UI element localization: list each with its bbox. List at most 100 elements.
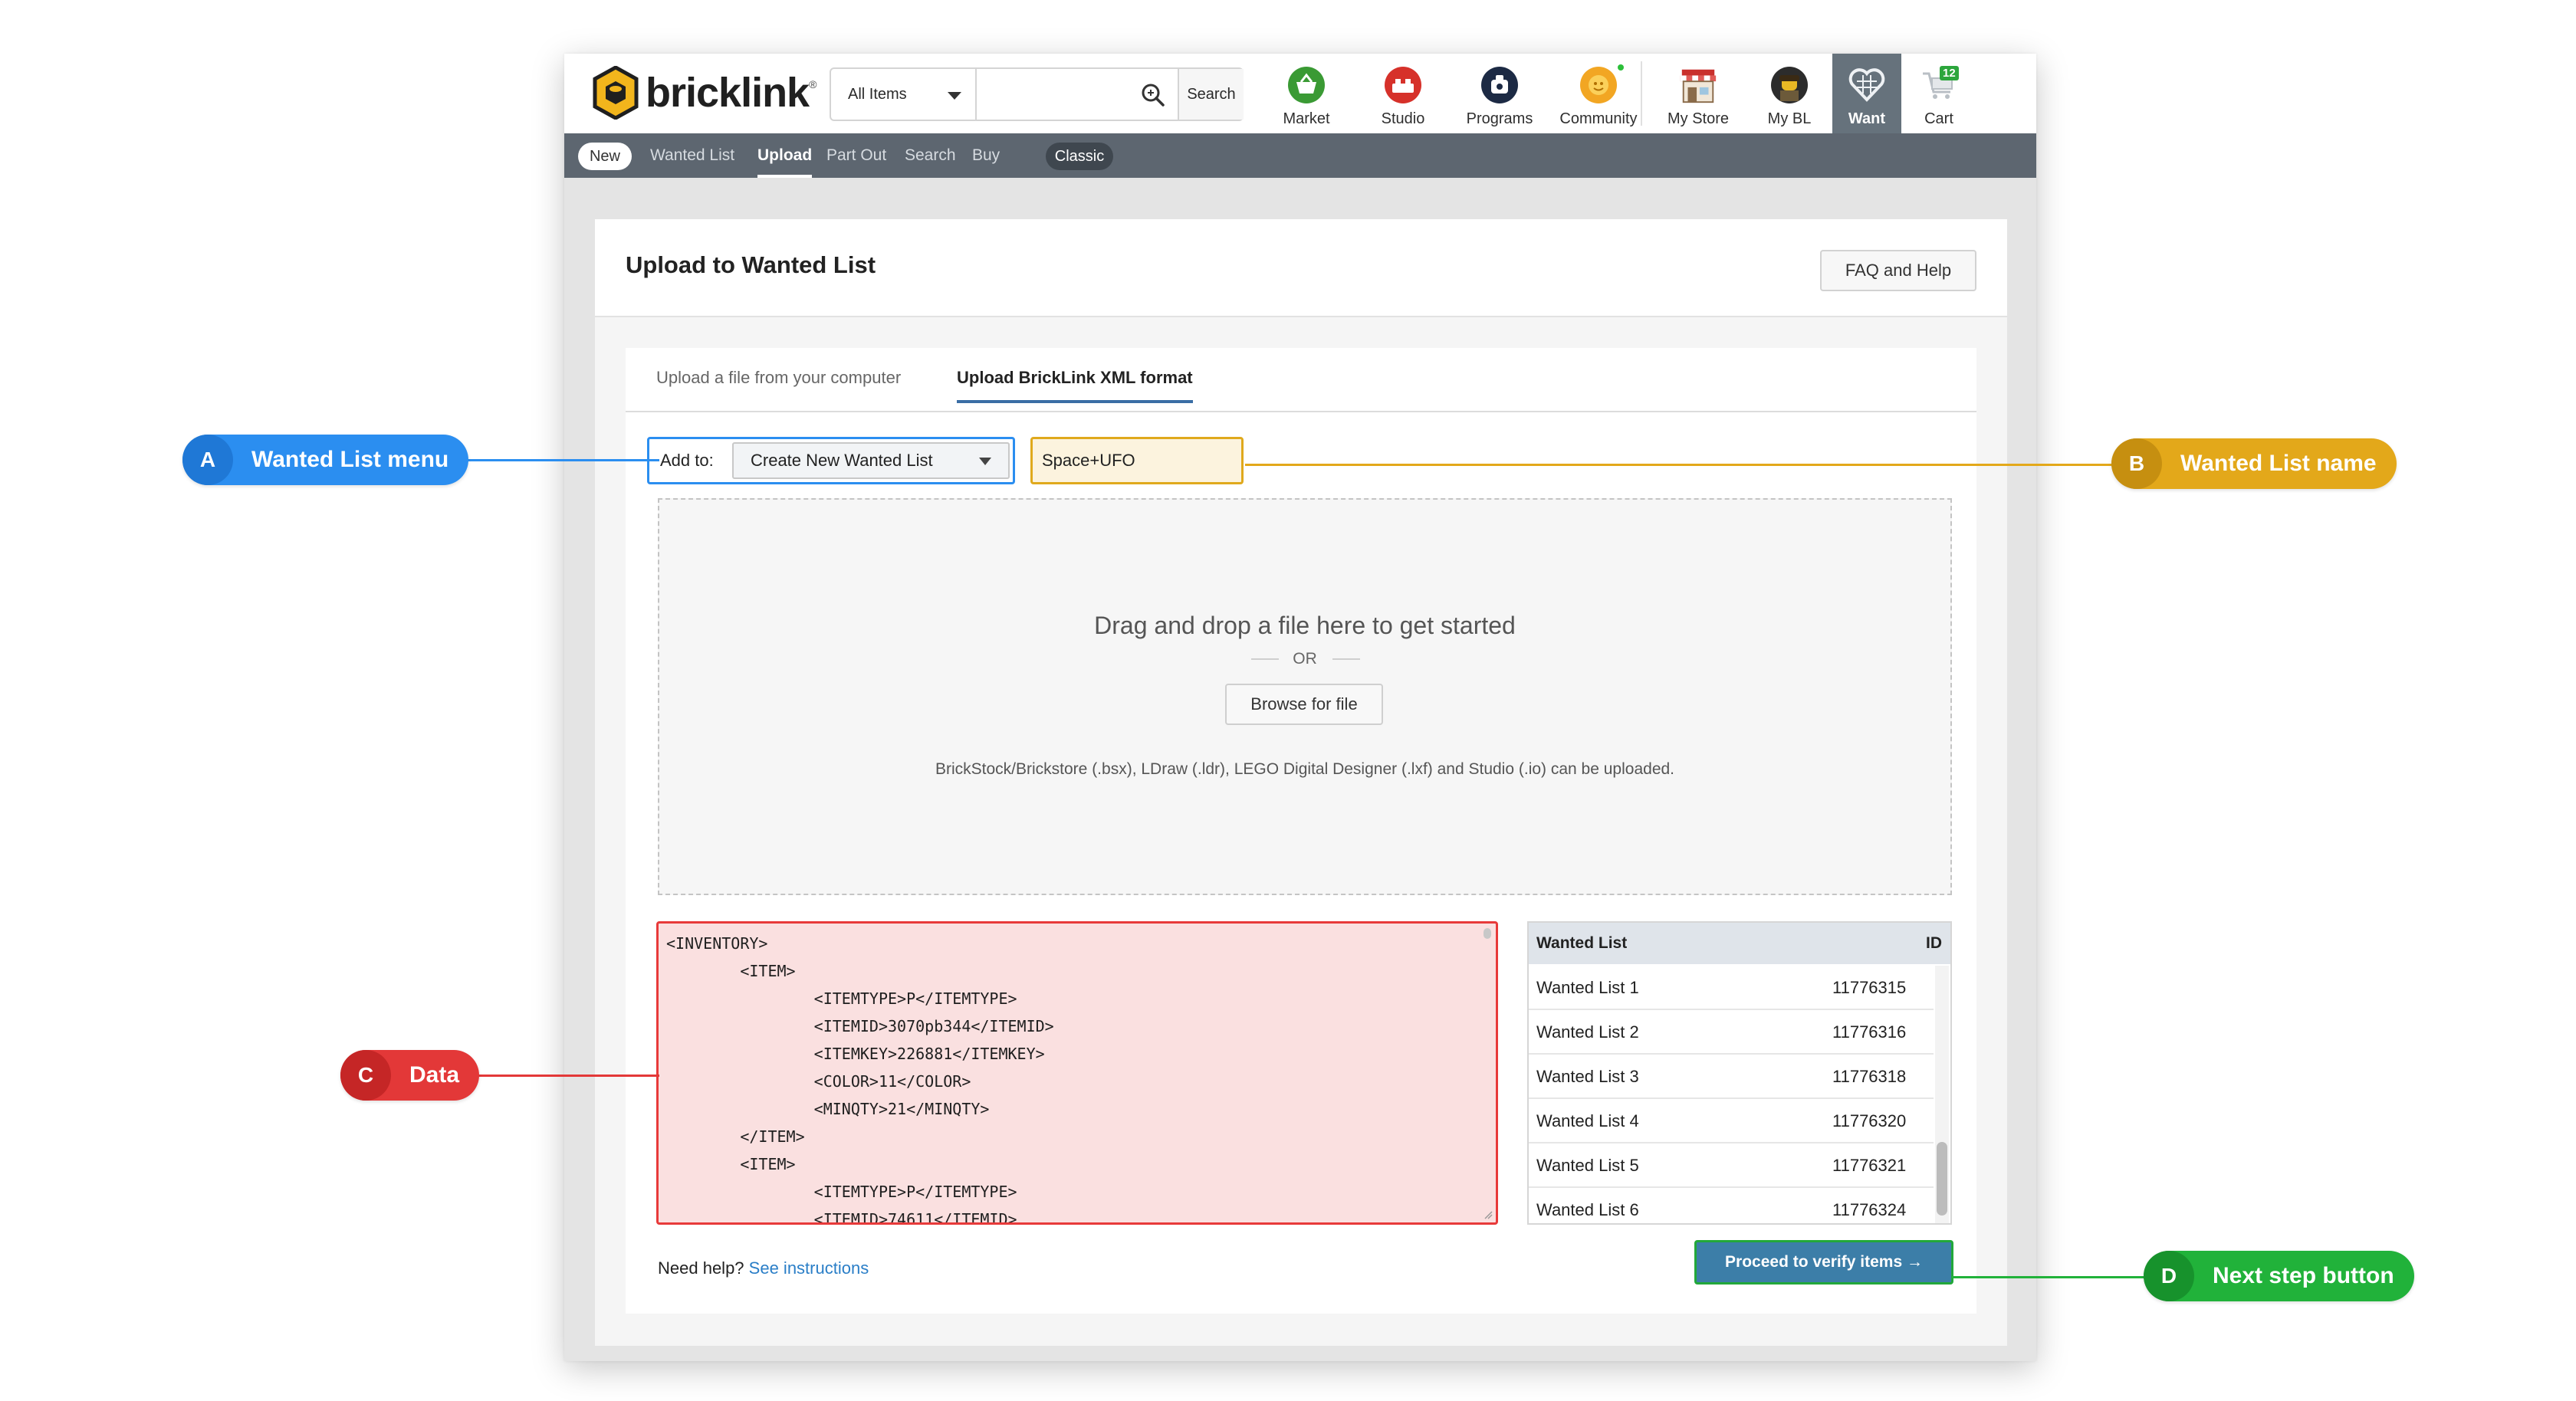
faq-help-button[interactable]: FAQ and Help bbox=[1820, 250, 1976, 291]
new-badge[interactable]: New bbox=[578, 143, 632, 170]
search-button[interactable]: Search bbox=[1178, 69, 1244, 120]
table-scrollbar-thumb[interactable] bbox=[1937, 1142, 1947, 1216]
callout-d-connector bbox=[1952, 1276, 2151, 1278]
subnav-upload[interactable]: Upload bbox=[757, 133, 813, 178]
callout-data: C Data bbox=[340, 1050, 480, 1101]
table-row[interactable]: Wanted List 3 11776318 bbox=[1529, 1055, 1934, 1099]
subnav-wanted-list[interactable]: Wanted List bbox=[650, 133, 734, 178]
wanted-list-name: Wanted List 3 bbox=[1536, 1067, 1639, 1086]
wanted-list-id: 11776316 bbox=[1832, 1022, 1907, 1042]
upload-panel: Upload a file from your computer Upload … bbox=[626, 348, 1976, 1314]
xml-line: <ITEMID>74611</ITEMID> bbox=[666, 1210, 1017, 1225]
cart-count-badge: 12 bbox=[1940, 66, 1959, 80]
proceed-verify-button[interactable]: Proceed to verify items → bbox=[1694, 1240, 1953, 1285]
subnav-buy[interactable]: Buy bbox=[972, 133, 1000, 178]
registered-mark: ® bbox=[809, 78, 817, 90]
nav-label: Studio bbox=[1381, 110, 1425, 127]
subnav-search[interactable]: Search bbox=[905, 133, 956, 178]
nav-label: Market bbox=[1283, 110, 1330, 127]
nav-label: Cart bbox=[1924, 110, 1953, 127]
wanted-list-id: 11776318 bbox=[1832, 1067, 1907, 1086]
xml-line: <ITEM> bbox=[666, 1155, 796, 1173]
table-row[interactable]: Wanted List 5 11776321 bbox=[1529, 1143, 1934, 1188]
community-icon bbox=[1580, 67, 1617, 103]
see-instructions-link[interactable]: See instructions bbox=[749, 1258, 869, 1278]
nav-my-bl[interactable]: My BL bbox=[1753, 54, 1826, 133]
top-navigation-bar: bricklink ® All Items Search Market Stud… bbox=[564, 54, 2036, 133]
nav-market[interactable]: Market bbox=[1265, 54, 1348, 133]
need-help-text: Need help? See instructions bbox=[658, 1258, 869, 1278]
studio-brick-icon bbox=[1385, 67, 1421, 103]
nav-programs[interactable]: Programs bbox=[1457, 54, 1543, 133]
nav-studio[interactable]: Studio bbox=[1362, 54, 1444, 133]
avatar-icon bbox=[1771, 67, 1808, 103]
store-icon bbox=[1680, 69, 1717, 103]
wanted-list-select[interactable]: Create New Wanted List bbox=[732, 442, 1010, 479]
wanted-list-id: 11776320 bbox=[1832, 1111, 1907, 1130]
callout-c-letter: C bbox=[340, 1050, 391, 1101]
wanted-list-select-value: Create New Wanted List bbox=[751, 451, 933, 470]
xml-line: <ITEMTYPE>P</ITEMTYPE> bbox=[666, 1183, 1017, 1201]
xml-line: <ITEMID>3070pb344</ITEMID> bbox=[666, 1017, 1054, 1035]
classic-toggle[interactable]: Classic bbox=[1046, 143, 1113, 170]
supported-formats-note: BrickStock/Brickstore (.bsx), LDraw (.ld… bbox=[935, 760, 1675, 778]
xml-line: <ITEMKEY>226881</ITEMKEY> bbox=[666, 1045, 1045, 1063]
xml-data-textarea[interactable]: <INVENTORY> <ITEM> <ITEMTYPE>P</ITEMTYPE… bbox=[656, 921, 1498, 1225]
tab-upload-file[interactable]: Upload a file from your computer bbox=[656, 368, 901, 388]
search-category-select[interactable]: All Items bbox=[831, 69, 977, 120]
nav-want[interactable]: Want bbox=[1832, 54, 1901, 133]
wanted-list-name: Wanted List 4 bbox=[1536, 1111, 1639, 1130]
dropzone-or: OR bbox=[1293, 650, 1317, 668]
programs-icon bbox=[1481, 67, 1518, 103]
wanted-list-name: Wanted List 5 bbox=[1536, 1156, 1639, 1175]
table-row[interactable]: Wanted List 4 11776320 bbox=[1529, 1099, 1934, 1143]
subnav-part-out[interactable]: Part Out bbox=[826, 133, 886, 178]
nav-label: Want bbox=[1848, 110, 1886, 127]
nav-label: Community bbox=[1559, 110, 1638, 127]
callout-d-letter: D bbox=[2144, 1251, 2194, 1301]
table-row[interactable]: Wanted List 2 11776316 bbox=[1529, 1010, 1934, 1055]
dropzone-title: Drag and drop a file here to get started bbox=[1094, 612, 1516, 639]
nav-label: My BL bbox=[1767, 110, 1812, 127]
search-category-value: All Items bbox=[848, 86, 907, 103]
nav-label: Programs bbox=[1466, 110, 1533, 127]
table-row[interactable]: Wanted List 6 11776324 bbox=[1529, 1188, 1934, 1223]
nav-label: My Store bbox=[1667, 110, 1730, 127]
nav-cart[interactable]: 12 Cart bbox=[1907, 54, 1970, 133]
xml-line: <COLOR>11</COLOR> bbox=[666, 1072, 971, 1091]
callout-a-letter: A bbox=[182, 435, 233, 485]
notification-dot bbox=[1618, 64, 1624, 71]
wanted-list-name: Wanted List 2 bbox=[1536, 1022, 1639, 1042]
callout-wanted-list-name: B Wanted List name bbox=[2111, 438, 2397, 489]
search-box: All Items Search bbox=[830, 67, 1244, 121]
wanted-list-table: Wanted List ID Wanted List 1 11776315 Wa… bbox=[1527, 921, 1952, 1225]
wanted-list-name-input[interactable]: Space+UFO bbox=[1030, 437, 1244, 484]
or-divider-right bbox=[1332, 658, 1360, 660]
textarea-scrollbar[interactable] bbox=[1484, 928, 1491, 939]
table-row[interactable]: Wanted List 1 11776315 bbox=[1529, 966, 1934, 1010]
xml-line: </ITEM> bbox=[666, 1127, 805, 1146]
sub-navigation: New Wanted List Upload Part Out Search B… bbox=[564, 133, 2036, 178]
callout-a-text: Wanted List menu bbox=[251, 447, 449, 472]
tab-upload-xml[interactable]: Upload BrickLink XML format bbox=[957, 368, 1193, 403]
bricklink-logo[interactable]: bricklink ® bbox=[592, 66, 816, 120]
wanted-list-id: 11776324 bbox=[1832, 1200, 1907, 1219]
upload-tabs: Upload a file from your computer Upload … bbox=[626, 348, 1976, 412]
resize-grip-icon[interactable] bbox=[1484, 1210, 1493, 1219]
browse-file-button[interactable]: Browse for file bbox=[1225, 684, 1383, 725]
brick-logo-icon bbox=[593, 66, 639, 120]
callout-b-connector bbox=[1245, 464, 2119, 466]
basket-icon bbox=[1288, 67, 1325, 103]
callout-wanted-list-menu: A Wanted List menu bbox=[182, 435, 469, 485]
wanted-list-name: Wanted List 1 bbox=[1536, 978, 1639, 997]
xml-line: <INVENTORY> bbox=[666, 934, 768, 953]
search-icon[interactable] bbox=[1138, 80, 1168, 110]
table-header: Wanted List ID bbox=[1529, 923, 1950, 964]
callout-a-connector bbox=[452, 459, 659, 461]
xml-line: <ITEMTYPE>P</ITEMTYPE> bbox=[666, 989, 1017, 1008]
logo-wordmark: bricklink bbox=[646, 70, 810, 116]
nav-my-store[interactable]: My Store bbox=[1650, 54, 1746, 133]
file-dropzone[interactable]: Drag and drop a file here to get started… bbox=[658, 498, 1952, 895]
callout-d-text: Next step button bbox=[2213, 1263, 2394, 1288]
nav-community[interactable]: Community bbox=[1546, 54, 1651, 133]
